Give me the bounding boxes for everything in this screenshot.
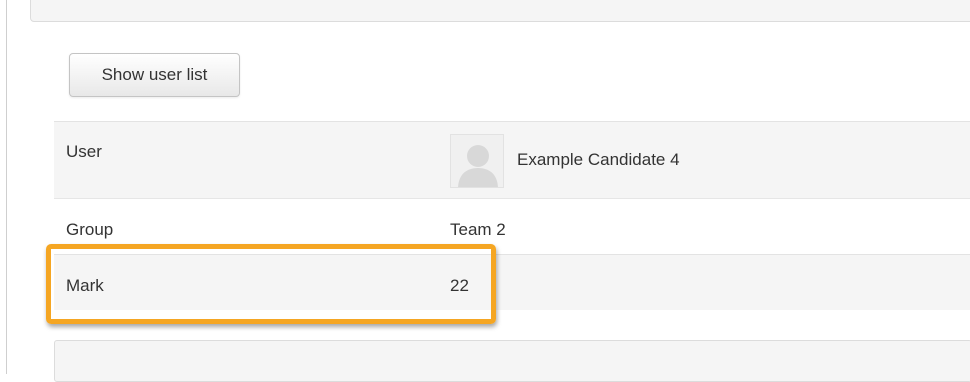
top-panel — [30, 0, 970, 22]
mark-label: Mark — [66, 276, 104, 295]
user-row: User Example Candidate 4 — [54, 121, 970, 198]
page-left-border — [0, 0, 7, 374]
user-silhouette-icon[interactable] — [450, 134, 504, 188]
user-label: User — [66, 142, 102, 161]
group-row: Group Team 2 — [54, 198, 970, 254]
bottom-panel — [54, 340, 970, 382]
show-user-list-button[interactable]: Show user list — [69, 53, 240, 97]
group-label: Group — [66, 220, 114, 239]
user-name-link[interactable]: Example Candidate 4 — [517, 150, 680, 170]
mark-row: Mark 22 — [54, 254, 970, 310]
mark-value: 22 — [450, 276, 469, 295]
group-value: Team 2 — [450, 220, 506, 239]
